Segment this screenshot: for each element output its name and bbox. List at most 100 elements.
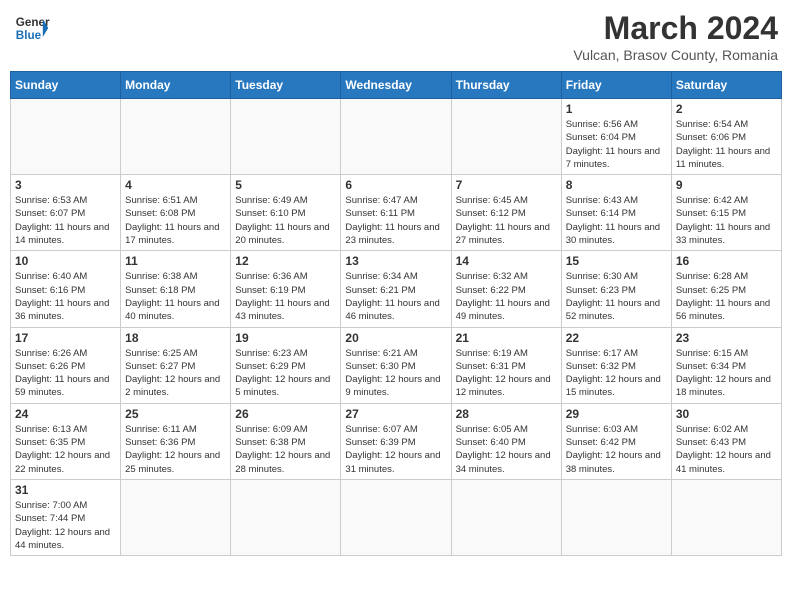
day-number: 14: [456, 254, 557, 268]
calendar-day-cell: [121, 99, 231, 175]
calendar-day-cell: 9Sunrise: 6:42 AM Sunset: 6:15 PM Daylig…: [671, 175, 781, 251]
day-number: 12: [235, 254, 336, 268]
title-area: March 2024 Vulcan, Brasov County, Romani…: [573, 10, 778, 63]
day-info: Sunrise: 6:11 AM Sunset: 6:36 PM Dayligh…: [125, 423, 226, 476]
calendar-day-cell: 22 Sunrise: 6:17 AM Sunset: 6:32 PM Dayli…: [561, 327, 671, 403]
calendar-day-cell: [231, 479, 341, 555]
calendar-day-cell: 17Sunrise: 6:26 AM Sunset: 6:26 PM Dayli…: [11, 327, 121, 403]
calendar-day-cell: 29 Sunrise: 6:03 AM Sunset: 6:42 PM Dayli…: [561, 403, 671, 479]
calendar-week-row: 24Sunrise: 6:13 AM Sunset: 6:35 PM Dayli…: [11, 403, 782, 479]
day-info: Sunrise: 6:17 AM Sunset: 6:32 PM Dayligh…: [566, 347, 667, 400]
calendar-day-cell: 12 Sunrise: 6:36 AM Sunset: 6:19 PM Dayli…: [231, 251, 341, 327]
calendar-day-cell: 27 Sunrise: 6:07 AM Sunset: 6:39 PM Dayli…: [341, 403, 451, 479]
location-subtitle: Vulcan, Brasov County, Romania: [573, 47, 778, 63]
day-info: Sunrise: 6:28 AM Sunset: 6:25 PM Dayligh…: [676, 270, 777, 323]
calendar-day-cell: 2 Sunrise: 6:54 AM Sunset: 6:06 PM Daylig…: [671, 99, 781, 175]
day-info: Sunrise: 6:51 AM Sunset: 6:08 PM Dayligh…: [125, 194, 226, 247]
day-number: 17: [15, 331, 116, 345]
calendar-day-cell: [121, 479, 231, 555]
calendar-day-cell: 21Sunrise: 6:19 AM Sunset: 6:31 PM Dayli…: [451, 327, 561, 403]
calendar-day-cell: 20 Sunrise: 6:21 AM Sunset: 6:30 PM Dayli…: [341, 327, 451, 403]
day-of-week-header: Friday: [561, 72, 671, 99]
day-number: 19: [235, 331, 336, 345]
calendar-day-cell: 30Sunrise: 6:02 AM Sunset: 6:43 PM Dayli…: [671, 403, 781, 479]
day-info: Sunrise: 6:07 AM Sunset: 6:39 PM Dayligh…: [345, 423, 446, 476]
calendar-week-row: 3 Sunrise: 6:53 AM Sunset: 6:07 PM Daylig…: [11, 175, 782, 251]
day-number: 27: [345, 407, 446, 421]
day-number: 5: [235, 178, 336, 192]
calendar-week-row: 31Sunrise: 7:00 AM Sunset: 7:44 PM Dayli…: [11, 479, 782, 555]
day-info: Sunrise: 6:53 AM Sunset: 6:07 PM Dayligh…: [15, 194, 116, 247]
day-number: 9: [676, 178, 777, 192]
calendar-day-cell: 4Sunrise: 6:51 AM Sunset: 6:08 PM Daylig…: [121, 175, 231, 251]
calendar-week-row: 1 Sunrise: 6:56 AM Sunset: 6:04 PM Daylig…: [11, 99, 782, 175]
day-number: 3: [15, 178, 116, 192]
day-of-week-header: Wednesday: [341, 72, 451, 99]
calendar-day-cell: [671, 479, 781, 555]
day-number: 10: [15, 254, 116, 268]
day-number: 13: [345, 254, 446, 268]
month-year-title: March 2024: [573, 10, 778, 47]
day-number: 20: [345, 331, 446, 345]
calendar-day-cell: [451, 99, 561, 175]
day-info: Sunrise: 6:32 AM Sunset: 6:22 PM Dayligh…: [456, 270, 557, 323]
day-info: Sunrise: 6:23 AM Sunset: 6:29 PM Dayligh…: [235, 347, 336, 400]
day-number: 8: [566, 178, 667, 192]
day-number: 11: [125, 254, 226, 268]
calendar-day-cell: 16Sunrise: 6:28 AM Sunset: 6:25 PM Dayli…: [671, 251, 781, 327]
day-of-week-header: Sunday: [11, 72, 121, 99]
calendar-day-cell: 23 Sunrise: 6:15 AM Sunset: 6:34 PM Dayli…: [671, 327, 781, 403]
calendar-header-row: SundayMondayTuesdayWednesdayThursdayFrid…: [11, 72, 782, 99]
calendar-day-cell: [11, 99, 121, 175]
calendar-day-cell: [561, 479, 671, 555]
day-info: Sunrise: 6:21 AM Sunset: 6:30 PM Dayligh…: [345, 347, 446, 400]
calendar-day-cell: 8Sunrise: 6:43 AM Sunset: 6:14 PM Daylig…: [561, 175, 671, 251]
calendar-day-cell: 18 Sunrise: 6:25 AM Sunset: 6:27 PM Dayli…: [121, 327, 231, 403]
calendar-day-cell: 3 Sunrise: 6:53 AM Sunset: 6:07 PM Daylig…: [11, 175, 121, 251]
day-number: 26: [235, 407, 336, 421]
day-number: 18: [125, 331, 226, 345]
day-info: Sunrise: 6:38 AM Sunset: 6:18 PM Dayligh…: [125, 270, 226, 323]
logo-icon: General Blue: [14, 10, 50, 46]
calendar-day-cell: 11 Sunrise: 6:38 AM Sunset: 6:18 PM Dayli…: [121, 251, 231, 327]
calendar-day-cell: 28 Sunrise: 6:05 AM Sunset: 6:40 PM Dayli…: [451, 403, 561, 479]
logo: General Blue: [14, 10, 50, 46]
calendar-week-row: 17Sunrise: 6:26 AM Sunset: 6:26 PM Dayli…: [11, 327, 782, 403]
day-info: Sunrise: 6:54 AM Sunset: 6:06 PM Dayligh…: [676, 118, 777, 171]
day-of-week-header: Saturday: [671, 72, 781, 99]
day-info: Sunrise: 6:47 AM Sunset: 6:11 PM Dayligh…: [345, 194, 446, 247]
day-number: 29: [566, 407, 667, 421]
calendar-day-cell: 25 Sunrise: 6:11 AM Sunset: 6:36 PM Dayli…: [121, 403, 231, 479]
day-info: Sunrise: 6:49 AM Sunset: 6:10 PM Dayligh…: [235, 194, 336, 247]
day-number: 15: [566, 254, 667, 268]
day-of-week-header: Monday: [121, 72, 231, 99]
day-number: 30: [676, 407, 777, 421]
calendar-day-cell: 19 Sunrise: 6:23 AM Sunset: 6:29 PM Dayli…: [231, 327, 341, 403]
day-info: Sunrise: 6:25 AM Sunset: 6:27 PM Dayligh…: [125, 347, 226, 400]
day-number: 2: [676, 102, 777, 116]
day-info: Sunrise: 6:45 AM Sunset: 6:12 PM Dayligh…: [456, 194, 557, 247]
day-info: Sunrise: 6:40 AM Sunset: 6:16 PM Dayligh…: [15, 270, 116, 323]
calendar-day-cell: 5 Sunrise: 6:49 AM Sunset: 6:10 PM Daylig…: [231, 175, 341, 251]
day-number: 28: [456, 407, 557, 421]
calendar-day-cell: 6 Sunrise: 6:47 AM Sunset: 6:11 PM Daylig…: [341, 175, 451, 251]
day-number: 1: [566, 102, 667, 116]
calendar-day-cell: 7 Sunrise: 6:45 AM Sunset: 6:12 PM Daylig…: [451, 175, 561, 251]
calendar-day-cell: 26Sunrise: 6:09 AM Sunset: 6:38 PM Dayli…: [231, 403, 341, 479]
day-number: 22: [566, 331, 667, 345]
calendar-day-cell: [231, 99, 341, 175]
calendar-week-row: 10 Sunrise: 6:40 AM Sunset: 6:16 PM Dayli…: [11, 251, 782, 327]
calendar-day-cell: 14 Sunrise: 6:32 AM Sunset: 6:22 PM Dayli…: [451, 251, 561, 327]
day-info: Sunrise: 7:00 AM Sunset: 7:44 PM Dayligh…: [15, 499, 116, 552]
day-info: Sunrise: 6:03 AM Sunset: 6:42 PM Dayligh…: [566, 423, 667, 476]
day-info: Sunrise: 6:36 AM Sunset: 6:19 PM Dayligh…: [235, 270, 336, 323]
day-number: 7: [456, 178, 557, 192]
day-of-week-header: Thursday: [451, 72, 561, 99]
day-info: Sunrise: 6:56 AM Sunset: 6:04 PM Dayligh…: [566, 118, 667, 171]
day-number: 25: [125, 407, 226, 421]
day-info: Sunrise: 6:15 AM Sunset: 6:34 PM Dayligh…: [676, 347, 777, 400]
day-info: Sunrise: 6:19 AM Sunset: 6:31 PM Dayligh…: [456, 347, 557, 400]
day-info: Sunrise: 6:05 AM Sunset: 6:40 PM Dayligh…: [456, 423, 557, 476]
day-number: 6: [345, 178, 446, 192]
day-number: 23: [676, 331, 777, 345]
